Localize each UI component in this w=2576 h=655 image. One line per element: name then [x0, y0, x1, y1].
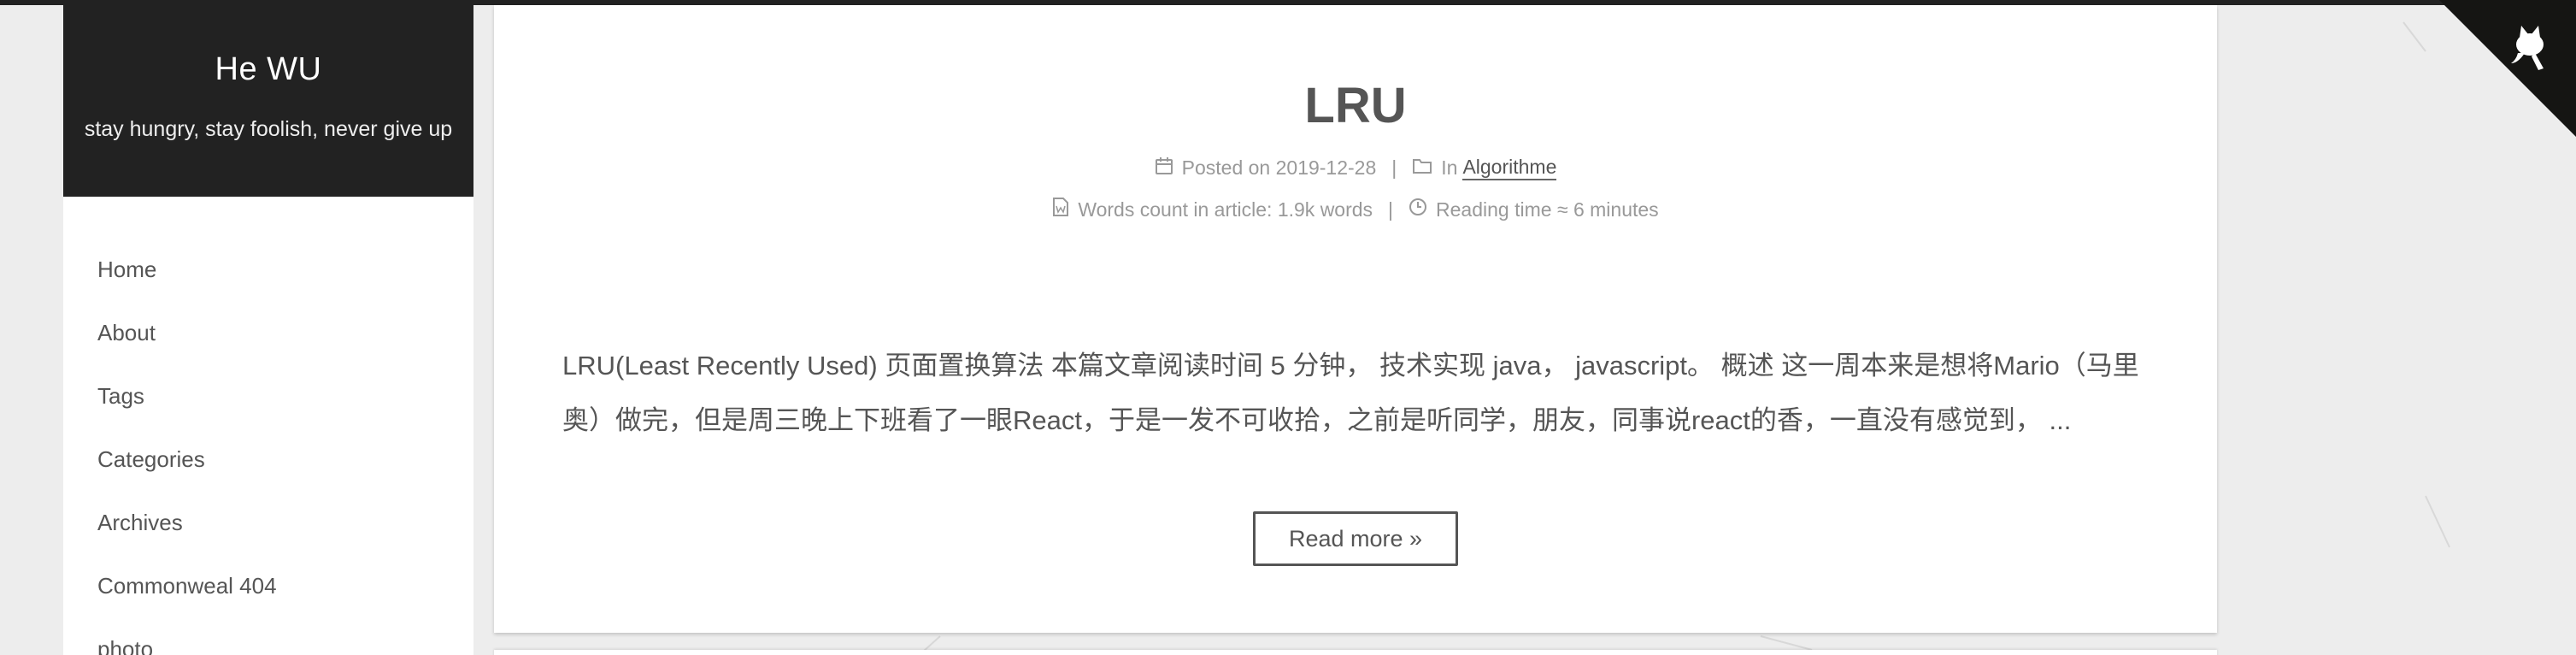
menu-item-about[interactable]: About: [63, 301, 473, 364]
site-brand: He WU stay hungry, stay foolish, never g…: [63, 5, 473, 197]
site-subtitle: stay hungry, stay foolish, never give up: [84, 117, 453, 141]
meta-divider: |: [1388, 198, 1394, 221]
calendar-icon: [1155, 156, 1173, 180]
posted-label: Posted on: [1181, 156, 1271, 179]
menu-item-archives[interactable]: Archives: [63, 491, 473, 554]
main-menu: Home About Tags Categories Archives Comm…: [63, 197, 473, 655]
sidebar: He WU stay hungry, stay foolish, never g…: [63, 5, 473, 655]
menu-item-commonweal[interactable]: Commonweal 404: [63, 554, 473, 617]
clock-icon: [1409, 198, 1427, 221]
category-link[interactable]: Algorithme: [1462, 156, 1557, 180]
file-word-icon: [1052, 197, 1069, 222]
posted-date: 2019-12-28: [1275, 156, 1377, 179]
post-meta-primary: Posted on 2019-12-28 | In Algorithme: [494, 156, 2217, 180]
words-count-value: 1.9k words: [1277, 198, 1373, 221]
read-more-button[interactable]: Read more »: [1253, 511, 1458, 566]
post-card: LRU Posted on 2019-12-28 | In Algorithme…: [494, 5, 2217, 633]
reading-time-label: Reading time ≈: [1436, 198, 1568, 221]
category-in-label: In: [1441, 156, 1458, 179]
site-title[interactable]: He WU: [215, 51, 322, 88]
folder-icon: [1412, 156, 1432, 180]
reading-time-value: 6 minutes: [1573, 198, 1659, 221]
next-post-card: [494, 650, 2217, 655]
post-title[interactable]: LRU: [494, 77, 2217, 134]
post-meta-secondary: Words count in article: 1.9k words | Rea…: [494, 197, 2217, 222]
menu-item-tags[interactable]: Tags: [63, 364, 473, 428]
menu-item-categories[interactable]: Categories: [63, 428, 473, 491]
post-excerpt: LRU(Least Recently Used) 页面置换算法 本篇文章阅读时间…: [562, 351, 2139, 435]
meta-divider: |: [1391, 156, 1397, 179]
github-corner-icon[interactable]: [2439, 0, 2576, 137]
menu-item-home[interactable]: Home: [63, 238, 473, 301]
menu-item-photo[interactable]: photo: [63, 617, 473, 655]
words-count-label: Words count in article:: [1078, 198, 1273, 221]
